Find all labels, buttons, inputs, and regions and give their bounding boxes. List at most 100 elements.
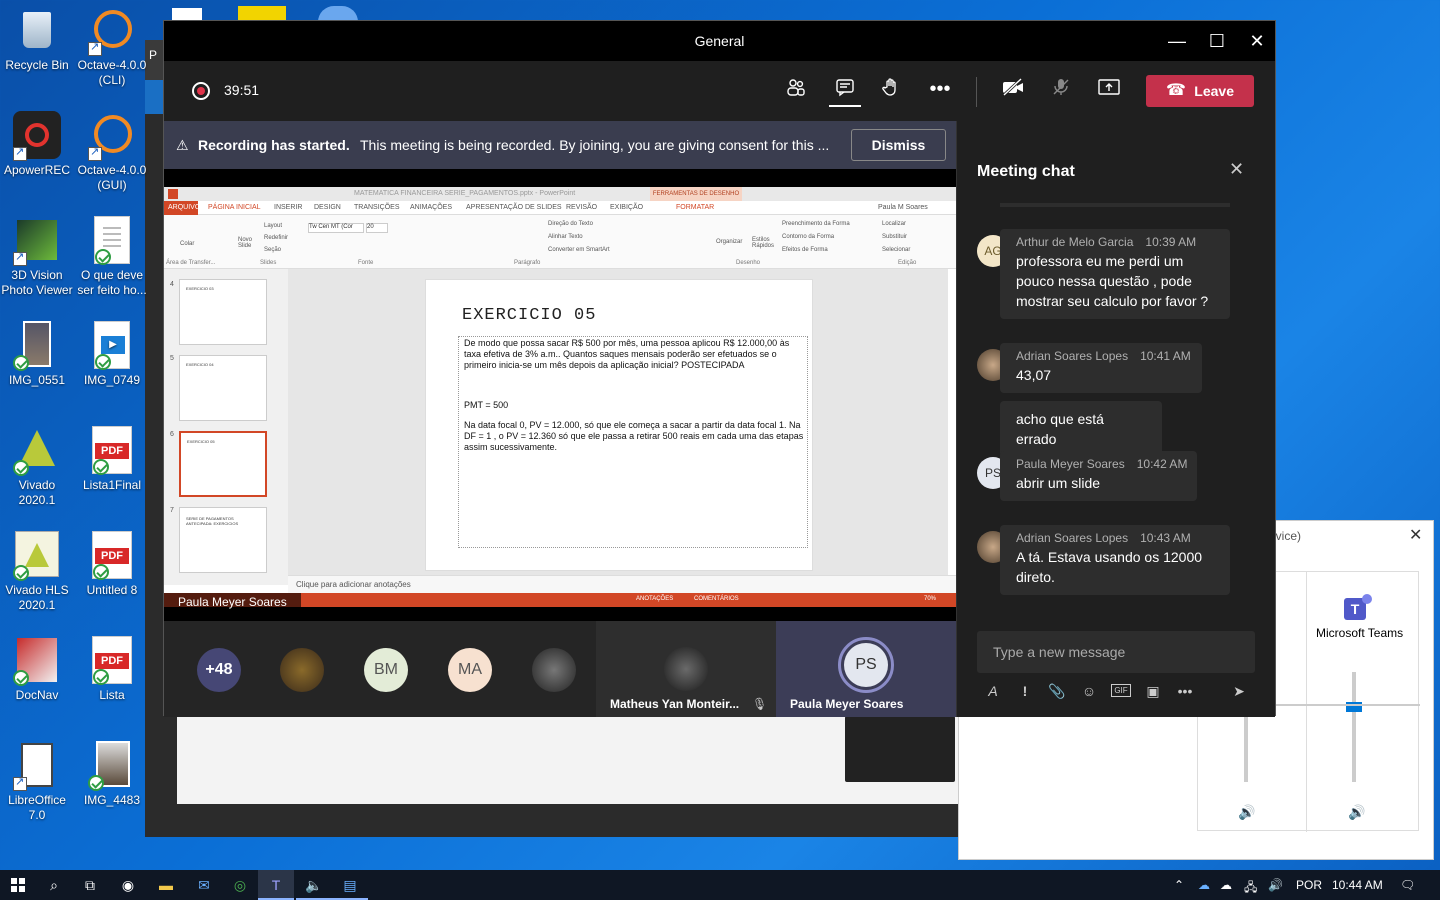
desktop-icon-img-4483[interactable]: IMG_4483	[75, 741, 149, 808]
show-hidden-icons[interactable]: ⌃	[1174, 878, 1184, 892]
desktop-icon-recycle-bin[interactable]: Recycle Bin	[0, 6, 74, 73]
participants-button[interactable]	[780, 75, 812, 107]
ppt-tab[interactable]: FORMATAR	[676, 204, 714, 211]
notifications-icon[interactable]: 🗨	[1400, 878, 1415, 892]
gif-icon[interactable]: GIF	[1109, 679, 1133, 703]
ppt-quick-styles[interactable]: Estilos Rápidos	[752, 237, 774, 249]
ppt-find[interactable]: Localizar	[882, 221, 906, 227]
ppt-align-text[interactable]: Alinhar Texto	[548, 234, 583, 240]
ppt-shape-outline[interactable]: Contorno da Forma	[782, 234, 834, 240]
ppt-tab[interactable]: ANIMAÇÕES	[410, 204, 452, 211]
participant-avatar[interactable]: MA	[448, 648, 492, 692]
task-view-icon[interactable]: ⧉	[72, 870, 108, 900]
ppt-tab[interactable]: REVISÃO	[566, 204, 597, 211]
status-notes[interactable]: ANOTAÇÕES	[636, 596, 673, 602]
ppt-tab[interactable]: EXIBIÇÃO	[610, 204, 643, 211]
desktop-icon-octave-cli[interactable]: Octave-4.0.0 (CLI)	[75, 6, 149, 88]
teams-taskbar-icon[interactable]: T	[258, 870, 294, 900]
network-icon[interactable]: 🖧	[1244, 878, 1257, 899]
desktop-icon-lista1final[interactable]: PDF Lista1Final	[75, 426, 149, 493]
camera-off-button[interactable]	[997, 75, 1029, 107]
desktop-icon-untitled-8[interactable]: PDF Untitled 8	[75, 531, 149, 598]
ppt-layout[interactable]: Layout	[264, 223, 282, 229]
desktop-icon-octave-gui[interactable]: Octave-4.0.0 (GUI)	[75, 111, 149, 193]
mixer-slider-2[interactable]	[1352, 672, 1356, 782]
attach-icon[interactable]: 📎	[1045, 679, 1069, 703]
status-comments[interactable]: COMENTÁRIOS	[694, 596, 739, 602]
minimize-button[interactable]: —	[1157, 21, 1197, 61]
desktop-icon-lista[interactable]: PDF Lista	[75, 636, 149, 703]
ppt-tab[interactable]: TRANSIÇÕES	[354, 204, 400, 211]
format-icon[interactable]: A	[981, 679, 1005, 703]
mail-icon[interactable]: ✉	[186, 870, 222, 900]
desktop-icon-img-0749[interactable]: ▶ IMG_0749	[75, 321, 149, 388]
photos-taskbar-icon[interactable]: ▤	[332, 870, 368, 900]
close-button[interactable]: ✕	[1237, 21, 1277, 61]
participant-avatar[interactable]: BM	[364, 648, 408, 692]
mic-off-button[interactable]	[1045, 75, 1077, 107]
search-icon[interactable]: ⌕	[36, 870, 72, 900]
desktop-icon-docnav[interactable]: DocNav	[0, 636, 74, 703]
desktop-icon-img-0551[interactable]: IMG_0551	[0, 321, 74, 388]
raise-hand-button[interactable]	[875, 75, 907, 107]
ppt-select[interactable]: Selecionar	[882, 247, 910, 253]
dismiss-button[interactable]: Dismiss	[851, 129, 946, 161]
desktop-icon-libreoffice[interactable]: LibreOffice 7.0	[0, 741, 74, 823]
ppt-reset[interactable]: Redefinir	[264, 235, 288, 241]
ppt-tab[interactable]: APRESENTAÇÃO DE SLIDES	[466, 204, 562, 211]
ppt-section[interactable]: Seção	[264, 247, 281, 253]
slide-thumbnail[interactable]: EXERCICIO 03	[179, 279, 267, 345]
ppt-size-select[interactable]: 20	[366, 223, 388, 233]
chrome-icon[interactable]: ◎	[222, 870, 258, 900]
desktop-icon-vivado-hls[interactable]: Vivado HLS 2020.1	[0, 531, 74, 613]
desktop-icon-apowerrec[interactable]: ApowerREC	[0, 111, 74, 178]
share-screen-button[interactable]	[1093, 75, 1125, 107]
mixer-close-icon[interactable]: ✕	[1409, 525, 1422, 545]
slide-thumbnail[interactable]: EXERCICIO 04	[179, 355, 267, 421]
ppt-tab[interactable]: INSERIR	[274, 204, 302, 211]
ppt-font-select[interactable]: Tw Cen MT (Cor	[308, 223, 364, 233]
ppt-new-slide[interactable]: Novo Slide	[238, 237, 256, 249]
ppt-shape-effects[interactable]: Efeitos de Forma	[782, 247, 828, 253]
onedrive-icon[interactable]: ☁	[1198, 878, 1210, 892]
close-chat-icon[interactable]: ✕	[1229, 159, 1244, 180]
desktop-icon-o-que-deve[interactable]: O que deve ser feito ho...	[75, 216, 149, 298]
desktop-icon-3d-vision[interactable]: 3D Vision Photo Viewer	[0, 216, 74, 298]
overflow-participants-button[interactable]: +48	[197, 648, 241, 692]
ppt-arrange[interactable]: Organizar	[716, 239, 742, 245]
leave-button[interactable]: ☎ Leave	[1146, 75, 1254, 107]
ppt-notes-area[interactable]: Clique para adicionar anotações	[288, 575, 956, 593]
participant-avatar[interactable]	[280, 648, 324, 692]
ppt-shape-fill[interactable]: Preenchimento da Forma	[782, 221, 850, 227]
speaker-icon[interactable]: 🔊	[1238, 804, 1255, 821]
sticker-icon[interactable]: ▣	[1141, 679, 1165, 703]
important-icon[interactable]: !	[1013, 679, 1037, 703]
desktop-icon-vivado[interactable]: Vivado 2020.1	[0, 426, 74, 508]
chat-button[interactable]	[829, 75, 861, 107]
slide-thumbnail[interactable]: SERIE DE PAGAMENTOS ANTECIPADA: EXERCICI…	[179, 507, 267, 573]
ppt-tab[interactable]: PÁGINA INICIAL	[208, 204, 261, 211]
clock[interactable]: 10:44 AM	[1332, 878, 1383, 892]
ppt-text-direction[interactable]: Direção do Texto	[548, 221, 593, 227]
volume-icon[interactable]: 🔊	[1268, 878, 1283, 892]
participant-video-tile-speaking[interactable]: PS Paula Meyer Soares	[776, 621, 956, 717]
speaker-icon[interactable]: 🔊	[1348, 804, 1365, 821]
send-icon[interactable]: ➤	[1227, 679, 1251, 703]
ppt-replace[interactable]: Substituir	[882, 234, 907, 240]
volume-mixer-taskbar-icon[interactable]: 🔈	[296, 870, 332, 900]
language-indicator[interactable]: POR	[1296, 878, 1322, 892]
file-explorer-icon[interactable]: ▬	[148, 870, 184, 900]
maximize-button[interactable]: ☐	[1197, 21, 1237, 61]
ppt-smartart[interactable]: Converter em SmartArt	[548, 247, 610, 253]
taskbar-app-icon[interactable]: ◉	[110, 870, 146, 900]
start-windows-icon[interactable]	[0, 870, 36, 900]
participant-avatar[interactable]	[532, 648, 576, 692]
status-zoom[interactable]: 70%	[924, 596, 936, 602]
cloud-warning-icon[interactable]: ☁	[1220, 878, 1232, 892]
participant-video-tile[interactable]: Matheus Yan Monteir... 🎙	[596, 621, 776, 717]
slide-thumbnail-selected[interactable]: EXERCICIO 05	[179, 431, 267, 497]
more-options-button[interactable]: •••	[924, 75, 956, 107]
ppt-paste[interactable]: Colar	[180, 241, 194, 247]
message-input[interactable]	[977, 631, 1255, 673]
ppt-tab[interactable]: DESIGN	[314, 204, 341, 211]
